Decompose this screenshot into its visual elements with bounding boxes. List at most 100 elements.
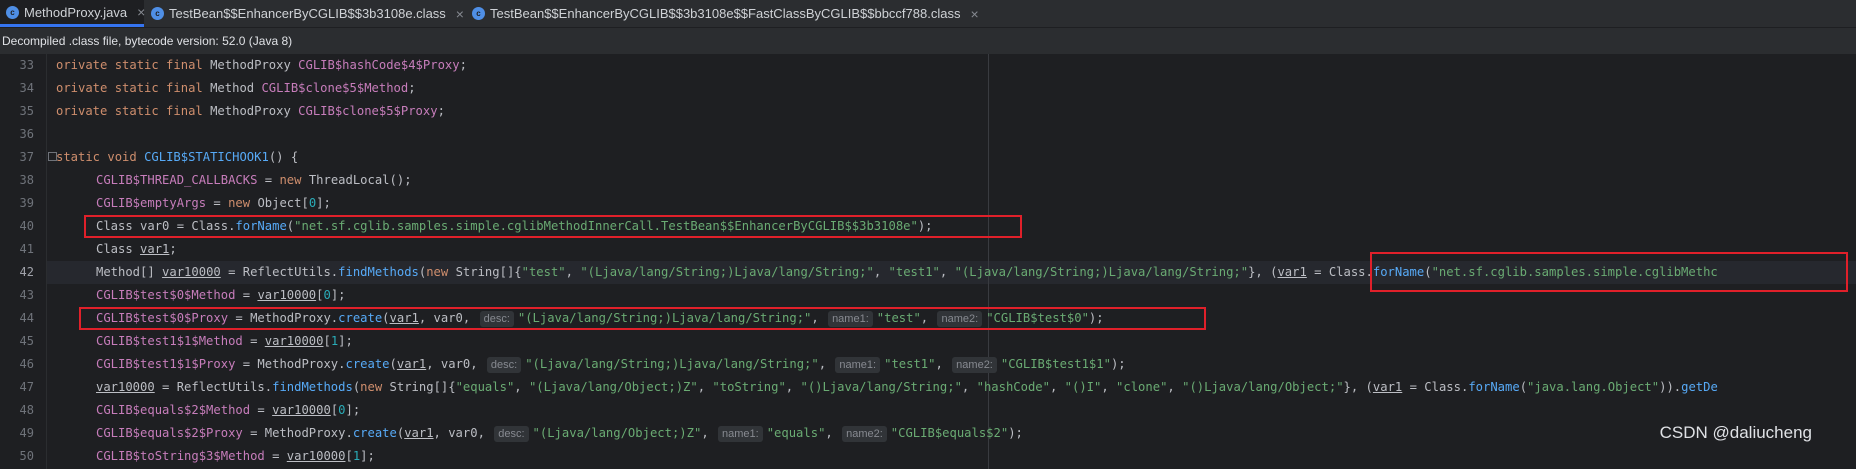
code-token: , — [935, 357, 951, 371]
code-token: "()Ljava/lang/Object;" — [1182, 380, 1344, 394]
highlight-box-line-44 — [79, 307, 1206, 330]
code-token: "(Ljava/lang/String;)Ljava/lang/String;" — [525, 357, 819, 371]
code-token: = — [250, 403, 273, 417]
code-token: create — [345, 357, 390, 371]
code-token: , — [939, 265, 955, 279]
code-token: forName — [1468, 380, 1520, 394]
code-line-33: orivate static final MethodProxy CGLIB$h… — [56, 54, 467, 77]
code-token: , — [701, 426, 716, 440]
code-token: , — [697, 380, 713, 394]
code-token: var10000 — [96, 380, 155, 394]
code-line-38: CGLIB$THREAD_CALLBACKS = new ThreadLocal… — [96, 169, 412, 192]
line-number-gutter: 33 34 35 36 37 38 39 40 41 42 43 44 45 4… — [0, 54, 47, 469]
line-number: 47 — [19, 380, 34, 394]
code-token: ]; — [345, 403, 361, 417]
code-token: ]; — [338, 334, 353, 348]
code-token: String — [455, 265, 500, 279]
code-token: "equals" — [766, 426, 826, 440]
highlight-box-line-40 — [84, 215, 1022, 238]
parameter-hint: name1: — [718, 426, 763, 442]
tab-methodproxy-java[interactable]: c MethodProxy.java × — [0, 0, 145, 27]
line-number: 41 — [19, 242, 34, 256]
code-token: ; — [437, 104, 445, 118]
code-token: MethodProxy — [210, 104, 299, 118]
code-token: String — [389, 380, 434, 394]
code-token: var10000 — [162, 265, 221, 279]
code-token: static void — [56, 150, 145, 164]
code-token: "(Ljava/lang/String;)Ljava/lang/String;" — [580, 265, 874, 279]
line-number: 39 — [19, 196, 34, 210]
code-line-45: CGLIB$test1$1$Method = var10000[1]; — [96, 330, 353, 353]
code-token: }, ( — [1248, 265, 1278, 279]
code-token: ); — [1008, 426, 1023, 440]
code-token: )). — [1659, 380, 1682, 394]
code-token: ( — [389, 357, 397, 371]
code-token: var1 — [404, 426, 434, 440]
code-token: "test" — [521, 265, 566, 279]
close-icon[interactable]: × — [970, 6, 978, 22]
code-token: var10000 — [286, 449, 346, 463]
close-icon[interactable]: × — [456, 6, 464, 22]
code-token: []{ — [499, 265, 522, 279]
tab-label: TestBean$$EnhancerByCGLIB$$3b3108e$$Fast… — [490, 6, 961, 21]
tab-testbean-fastclass-class[interactable]: c TestBean$$EnhancerByCGLIB$$3b3108e$$Fa… — [466, 0, 979, 27]
code-token: , — [961, 380, 977, 394]
code-line-46: CGLIB$test1$1$Proxy = MethodProxy.create… — [96, 353, 1126, 376]
code-token: ]; — [360, 449, 375, 463]
line-number: 43 — [19, 288, 34, 302]
code-token: ); — [1110, 357, 1126, 371]
code-line-48: CGLIB$equals$2$Method = var10000[0]; — [96, 399, 360, 422]
code-token: 0 — [323, 288, 331, 302]
code-token: CGLIB$toString$3$Method — [96, 449, 265, 463]
code-token: , — [873, 265, 889, 279]
csdn-watermark: CSDN @daliucheng — [1659, 423, 1812, 442]
editor-tab-bar: c MethodProxy.java × c TestBean$$Enhance… — [0, 0, 1856, 28]
code-token: "hashCode" — [976, 380, 1050, 394]
code-token: CGLIB$test1$1$Method — [96, 334, 243, 348]
code-line-47: var10000 = ReflectUtils.findMethods(new … — [96, 376, 1718, 399]
line-number: 36 — [19, 127, 34, 141]
code-token: "test1" — [884, 357, 936, 371]
code-token: ]; — [330, 288, 346, 302]
code-token: create — [352, 426, 397, 440]
code-line-41: Class var1; — [96, 238, 177, 261]
class-file-icon: c — [472, 7, 485, 20]
code-token: = ReflectUtils. — [154, 380, 273, 394]
tab-label: TestBean$$EnhancerByCGLIB$$3b3108e.class — [169, 6, 446, 21]
code-line-50: CGLIB$toString$3$Method = var10000[1]; — [96, 445, 375, 468]
code-token: "CGLIB$equals$2" — [890, 426, 1009, 440]
code-token: new — [360, 380, 390, 394]
code-token: 0 — [338, 403, 346, 417]
tab-testbean-enhancer-class[interactable]: c TestBean$$EnhancerByCGLIB$$3b3108e.cla… — [145, 0, 464, 27]
code-token: CGLIB$test1$1$Proxy — [96, 357, 236, 371]
code-token: "CGLIB$test1$1" — [1000, 357, 1111, 371]
java-class-icon: c — [6, 5, 19, 19]
parameter-hint: name2: — [952, 357, 997, 373]
line-number: 38 — [19, 173, 34, 187]
code-token: orivate static final — [56, 58, 211, 72]
code-editor[interactable]: 33 34 35 36 37 38 39 40 41 42 43 44 45 4… — [0, 54, 1856, 469]
code-token: "test1" — [888, 265, 940, 279]
code-token: var10000 — [272, 403, 331, 417]
code-token: var1 — [396, 357, 427, 371]
code-token: var1 — [1277, 265, 1307, 279]
code-token: new — [279, 173, 309, 187]
code-token: [ — [301, 196, 309, 210]
code-token: CGLIB$test$0$Method — [96, 288, 236, 302]
code-token: var1 — [1372, 380, 1403, 394]
code-token: orivate static final — [56, 81, 211, 95]
code-token: "(Ljava/lang/Object;)Z" — [528, 380, 698, 394]
code-token: "()Ljava/lang/String;" — [800, 380, 962, 394]
line-number: 48 — [19, 403, 34, 417]
code-line-43: CGLIB$test$0$Method = var10000[0]; — [96, 284, 346, 307]
code-token: [ — [345, 449, 353, 463]
code-token: = — [264, 449, 287, 463]
code-token: CGLIB$hashCode$4$Proxy — [298, 58, 460, 72]
code-line-34: orivate static final Method CGLIB$clone$… — [56, 77, 416, 100]
code-token: , — [1167, 380, 1183, 394]
code-token: CGLIB$equals$2$Proxy — [96, 426, 243, 440]
parameter-hint: name2: — [842, 426, 887, 442]
code-token: findMethods — [338, 265, 419, 279]
line-number: 37 — [19, 150, 34, 164]
code-token: getDe — [1681, 380, 1718, 394]
